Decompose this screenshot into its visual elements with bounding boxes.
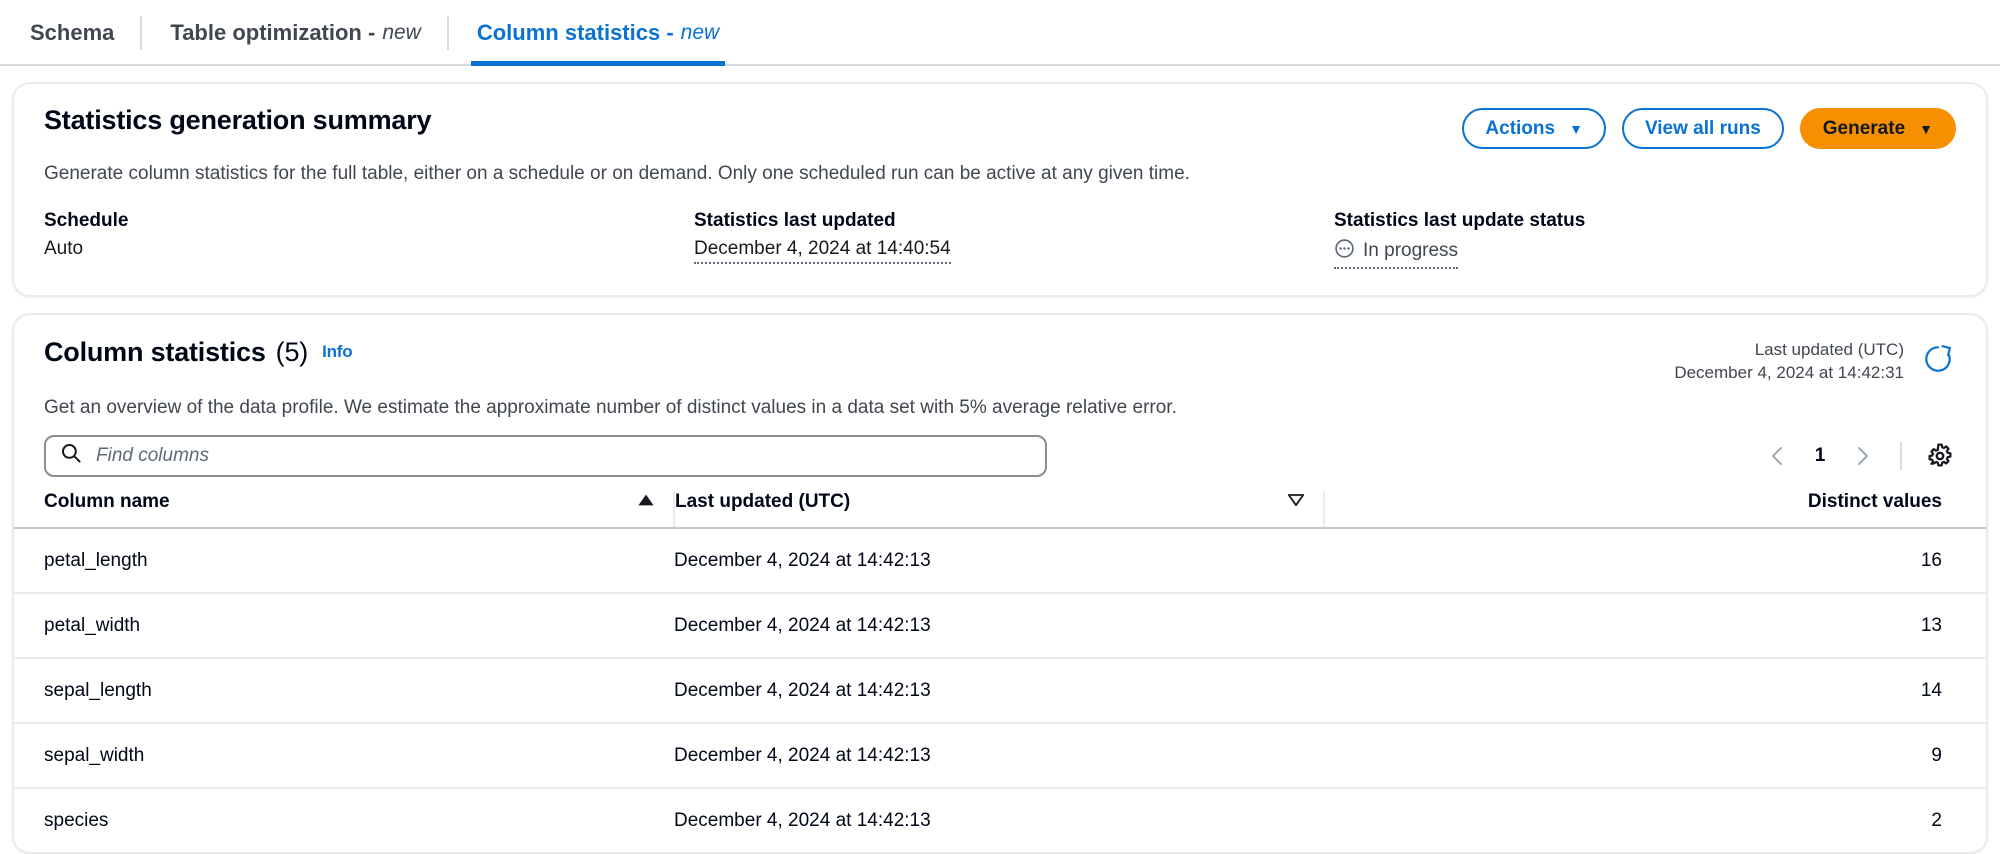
- table-toolbar: 1: [14, 419, 1986, 491]
- view-all-runs-button[interactable]: View all runs: [1621, 108, 1784, 149]
- sort-descending-icon: [1287, 491, 1305, 513]
- last-updated-block: Last updated (UTC) December 4, 2024 at 1…: [1674, 339, 1956, 385]
- gear-icon: [1928, 442, 1952, 466]
- chevron-down-icon: ▼: [1569, 120, 1583, 137]
- cell-column-name: petal_length: [14, 527, 674, 594]
- column-header-distinct-values[interactable]: Distinct values: [1323, 490, 1986, 529]
- search-input[interactable]: [94, 436, 1031, 475]
- tab-schema[interactable]: Schema: [30, 0, 143, 66]
- chevron-right-icon: [1858, 446, 1868, 465]
- generate-button[interactable]: Generate ▼: [1799, 108, 1956, 149]
- column-statistics-table: Column name Last updated (UTC) Distinct …: [14, 490, 1986, 852]
- tab-column-statistics-badge: new: [680, 21, 720, 44]
- table-body: petal_length December 4, 2024 at 14:42:1…: [14, 527, 1986, 852]
- summary-field-schedule: Schedule Auto: [44, 210, 694, 269]
- pagination: 1: [1758, 436, 1960, 476]
- page-number-1[interactable]: 1: [1802, 445, 1838, 467]
- summary-field-last-updated-value[interactable]: December 4, 2024 at 14:40:54: [694, 238, 951, 264]
- summary-field-last-updated-label: Statistics last updated: [694, 209, 896, 231]
- summary-actions-group: Actions ▼ View all runs Generate ▼: [1462, 108, 1956, 149]
- summary-field-schedule-label: Schedule: [44, 209, 129, 231]
- search-box[interactable]: [44, 434, 1047, 477]
- actions-button-label: Actions: [1485, 117, 1556, 139]
- last-updated-value: December 4, 2024 at 14:42:31: [1674, 362, 1904, 382]
- previous-page-button[interactable]: [1758, 436, 1798, 476]
- last-updated-label: Last updated (UTC): [1754, 339, 1904, 359]
- tab-schema-label: Schema: [30, 20, 115, 45]
- tab-column-statistics[interactable]: Column statistics - new: [449, 0, 747, 66]
- cell-last-updated: December 4, 2024 at 14:42:13: [674, 809, 931, 831]
- summary-fields: Schedule Auto Statistics last updated De…: [44, 210, 1956, 269]
- table-description: Get an overview of the data profile. We …: [44, 396, 1177, 418]
- column-statistics-card: Column statistics (5) Info Last updated …: [12, 312, 1988, 854]
- column-header-last-updated[interactable]: Last updated (UTC): [673, 490, 1324, 529]
- summary-header: Statistics generation summary Actions ▼ …: [44, 105, 1956, 149]
- refresh-button[interactable]: [1920, 344, 1956, 380]
- summary-field-status-label: Statistics last update status: [1334, 209, 1586, 231]
- chevron-down-icon: ▼: [1919, 120, 1933, 137]
- tab-table-optimization[interactable]: Table optimization - new: [142, 0, 449, 66]
- cell-column-name: petal_width: [14, 592, 674, 659]
- tab-table-optimization-label: Table optimization -: [170, 20, 376, 45]
- status-badge[interactable]: In progress: [1334, 238, 1459, 269]
- cell-last-updated: December 4, 2024 at 14:42:13: [674, 527, 1324, 594]
- table-row[interactable]: sepal_length December 4, 2024 at 14:42:1…: [14, 657, 1986, 724]
- cell-last-updated: December 4, 2024 at 14:42:13: [674, 592, 1324, 659]
- summary-field-schedule-value: Auto: [44, 237, 84, 259]
- table-preferences-button[interactable]: [1920, 436, 1960, 476]
- table-row[interactable]: species December 4, 2024 at 14:42:13 2: [14, 788, 1986, 852]
- column-header-column-name[interactable]: Column name: [14, 490, 674, 529]
- search-icon: [60, 442, 82, 469]
- actions-button[interactable]: Actions ▼: [1462, 108, 1606, 149]
- in-progress-icon: [1334, 238, 1355, 265]
- toolbar-divider: [1900, 441, 1902, 470]
- cell-last-updated: December 4, 2024 at 14:42:13: [674, 657, 1324, 724]
- generate-button-label: Generate: [1822, 117, 1906, 139]
- view-all-runs-button-label: View all runs: [1644, 117, 1761, 139]
- tab-table-optimization-badge: new: [382, 21, 421, 44]
- statistics-generation-summary-card: Statistics generation summary Actions ▼ …: [12, 82, 1988, 297]
- table-row[interactable]: petal_width December 4, 2024 at 14:42:13…: [14, 592, 1986, 659]
- summary-field-last-updated: Statistics last updated December 4, 2024…: [694, 210, 1334, 269]
- status-badge-label: In progress: [1363, 240, 1459, 262]
- cell-distinct-values: 2: [1931, 809, 1942, 831]
- page-title: Statistics generation summary: [44, 105, 432, 135]
- tab-column-statistics-label: Column statistics -: [476, 20, 674, 45]
- column-header-distinct-values-label: Distinct values: [1807, 490, 1942, 512]
- cell-distinct-values: 14: [1324, 657, 1986, 724]
- chevron-left-icon: [1772, 446, 1782, 465]
- table-head-row: Column name Last updated (UTC) Distinct …: [14, 490, 1986, 529]
- cell-column-name: species: [44, 809, 109, 831]
- cell-column-name: sepal_length: [14, 657, 674, 724]
- table-title: Column statistics (5) Info: [44, 336, 353, 368]
- info-link[interactable]: Info: [322, 342, 353, 362]
- tab-bar: Schema Table optimization - new Column s…: [0, 0, 2000, 66]
- refresh-icon: [1921, 342, 1955, 381]
- cell-distinct-values: 13: [1324, 592, 1986, 659]
- table-header: Column statistics (5) Info Last updated …: [14, 315, 1986, 385]
- column-header-last-updated-label: Last updated (UTC): [675, 490, 851, 512]
- cell-last-updated: December 4, 2024 at 14:42:13: [674, 722, 1324, 789]
- cell-distinct-values: 9: [1324, 722, 1986, 789]
- table-row-count: (5): [275, 336, 309, 367]
- cell-distinct-values: 16: [1324, 527, 1986, 594]
- table-row[interactable]: sepal_width December 4, 2024 at 14:42:13…: [14, 722, 1986, 789]
- next-page-button[interactable]: [1842, 436, 1882, 476]
- sort-ascending-icon: [637, 491, 655, 513]
- cell-column-name: sepal_width: [14, 722, 674, 789]
- summary-field-status: Statistics last update status In progres…: [1334, 210, 1956, 269]
- table-title-text: Column statistics: [44, 336, 266, 367]
- table-row[interactable]: petal_length December 4, 2024 at 14:42:1…: [14, 527, 1986, 594]
- column-header-column-name-label: Column name: [44, 490, 170, 512]
- summary-description: Generate column statistics for the full …: [44, 163, 1190, 184]
